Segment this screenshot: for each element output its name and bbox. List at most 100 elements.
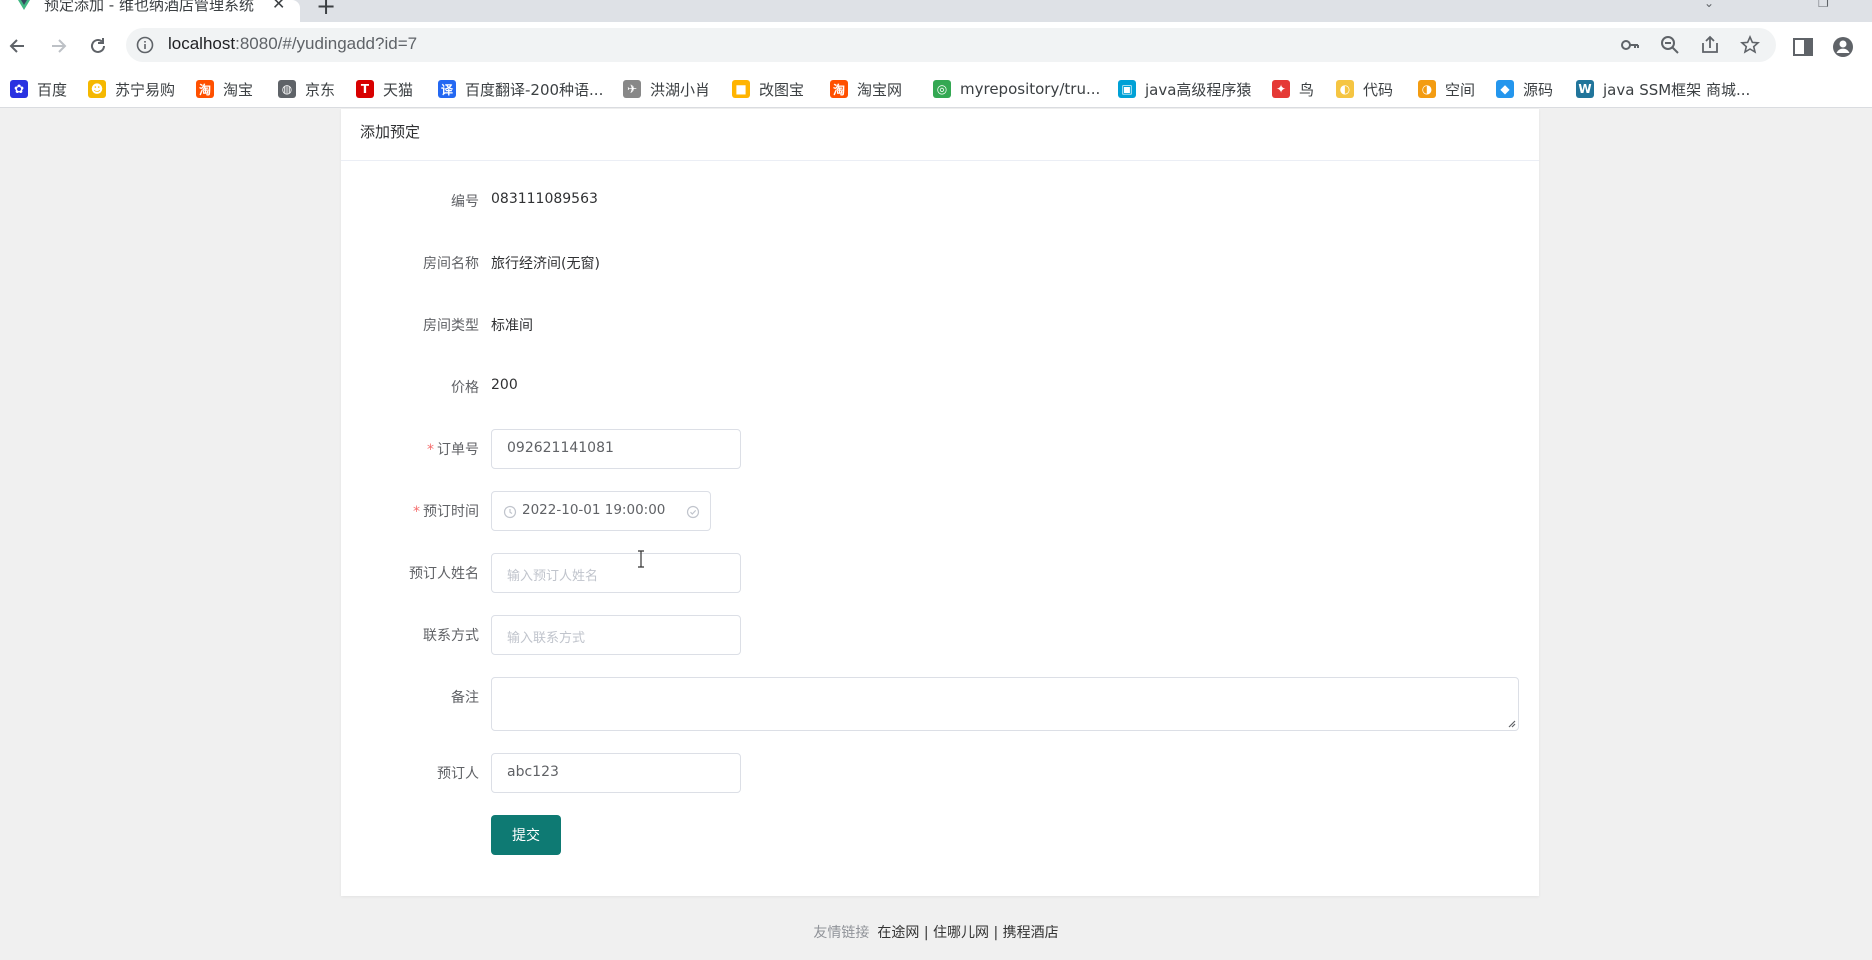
url-host: localhost xyxy=(168,34,236,53)
resize-handle-icon[interactable] xyxy=(1506,718,1516,728)
required-asterisk: * xyxy=(413,504,420,520)
room-name-label: 房间名称 xyxy=(423,256,479,272)
close-tab-icon[interactable]: ✕ xyxy=(272,0,285,13)
bookmark-item[interactable]: ◎ myrepository/tru... xyxy=(933,78,1100,100)
active-tab[interactable]: 预定添加 - 维也纳酒店管理系统 ✕ xyxy=(0,0,300,22)
forward-button[interactable] xyxy=(42,30,74,62)
zoom-out-icon[interactable] xyxy=(1660,35,1680,55)
bookmark-label: 百度 xyxy=(37,80,68,99)
chrome-icon: ◎ xyxy=(933,80,951,98)
bookmark-label: 淘宝 xyxy=(223,80,254,99)
bookmark-item[interactable]: ■ 改图宝 xyxy=(732,78,804,100)
footer-separator: | xyxy=(919,925,933,941)
baidu-icon: ✿ xyxy=(10,80,28,98)
bilibili-icon: ▣ xyxy=(1118,80,1136,98)
restore-window-icon[interactable]: ❐ xyxy=(1818,0,1829,10)
footer-link[interactable]: 在途网 xyxy=(877,925,919,941)
guest-name-input[interactable]: 输入预订人姓名 xyxy=(491,553,741,593)
bookmark-label: 改图宝 xyxy=(759,80,805,99)
footer-link[interactable]: 住哪儿网 xyxy=(933,925,989,941)
key-icon[interactable] xyxy=(1620,35,1640,55)
bookmark-item[interactable]: 淘淘宝 xyxy=(196,78,253,100)
taobao-icon: 淘 xyxy=(196,80,214,98)
bookmark-item[interactable]: T 天猫 xyxy=(356,78,413,100)
bookmark-item[interactable]: Wjava SSM框架 商城... xyxy=(1576,78,1750,100)
bookmark-item[interactable]: ▣ java高级程序猿 xyxy=(1118,78,1251,100)
bookmark-star-icon[interactable] xyxy=(1740,35,1760,55)
bookmark-item[interactable]: 译百度翻译-200种语... xyxy=(438,78,603,100)
booker-value: abc123 xyxy=(507,764,559,780)
gaitubao-icon: ■ xyxy=(732,80,750,98)
reload-button[interactable] xyxy=(82,30,114,62)
guest-name-label: 预订人姓名 xyxy=(409,566,479,582)
arrow-right-icon xyxy=(52,39,67,53)
bookmark-label: myrepository/tru... xyxy=(960,80,1101,98)
clock-icon xyxy=(503,505,517,519)
room-type-value: 标准间 xyxy=(491,318,533,334)
bookmark-item[interactable]: ✿ 百度 xyxy=(10,78,67,100)
bookmark-label: 洪湖小肖 xyxy=(650,80,711,99)
submit-button[interactable]: 提交 xyxy=(491,815,561,855)
bookmark-item[interactable]: ✦ 鸟 xyxy=(1272,78,1314,100)
card-header: 添加预定 xyxy=(341,109,1539,161)
guest-name-placeholder: 输入预订人姓名 xyxy=(507,569,599,584)
bookmark-label: 京东 xyxy=(305,80,336,99)
qzone-icon: ◑ xyxy=(1418,80,1436,98)
tmall-icon: T xyxy=(356,80,374,98)
footer: 友情链接 在途网 | 住哪儿网 | 携程酒店 xyxy=(0,922,1872,942)
reload-icon xyxy=(91,38,105,53)
contact-label: 联系方式 xyxy=(423,628,479,644)
bookmark-item[interactable]: ◑ 空间 xyxy=(1418,78,1475,100)
profile-avatar-icon[interactable] xyxy=(1832,36,1854,58)
bookmark-item[interactable]: 淘淘宝网 xyxy=(830,78,902,100)
vue-logo-icon xyxy=(18,0,30,10)
contact-placeholder: 输入联系方式 xyxy=(507,631,586,646)
price-value: 200 xyxy=(491,377,518,393)
text-cursor-icon xyxy=(638,550,644,568)
clear-circle-icon[interactable] xyxy=(686,505,700,519)
price-label: 价格 xyxy=(451,380,479,396)
bookmark-label: 百度翻译-200种语... xyxy=(465,80,604,99)
tab-strip: 预定添加 - 维也纳酒店管理系统 ✕ + ⌄ ❐ xyxy=(0,0,1872,22)
bookmark-label: 苏宁易购 xyxy=(115,80,176,99)
url-text[interactable]: localhost:8080/#/yudingadd?id=7 xyxy=(168,34,417,54)
bookmark-label: java SSM框架 商城... xyxy=(1603,80,1751,99)
contact-input[interactable]: 输入联系方式 xyxy=(491,615,741,655)
back-button[interactable] xyxy=(2,30,34,62)
footer-separator: | xyxy=(989,925,1003,941)
bianhao-label: 编号 xyxy=(451,194,479,210)
new-tab-icon[interactable]: + xyxy=(316,0,336,20)
bookmark-item[interactable]: ◆ 源码 xyxy=(1496,78,1553,100)
side-panel-icon[interactable] xyxy=(1792,36,1814,58)
site-info-icon[interactable] xyxy=(136,36,154,54)
bookmark-label: 天猫 xyxy=(383,80,414,99)
bookmark-item[interactable]: ◐ 代码 xyxy=(1336,78,1393,100)
bookmark-label: 代码 xyxy=(1363,80,1394,99)
booking-time-value: 2022-10-01 19:00:00 xyxy=(522,502,666,518)
booking-time-label-text: 预订时间 xyxy=(423,504,479,520)
bookmark-item[interactable]: ◍ 京东 xyxy=(278,78,335,100)
taobao-icon: 淘 xyxy=(830,80,848,98)
code-icon: ◐ xyxy=(1336,80,1354,98)
room-name-value: 旅行经济间(无窗) xyxy=(491,256,600,272)
bookmark-label: java高级程序猿 xyxy=(1145,80,1252,99)
bookmark-item[interactable]: ☻ 苏宁易购 xyxy=(88,78,175,100)
bookmarks-bar: ✿ 百度 ☻ 苏宁易购淘淘宝 ◍ 京东 T 天猫译百度翻译-200种语... ✈ 洪湖小肖 ■ 改图宝… xyxy=(0,70,1872,108)
share-icon[interactable] xyxy=(1700,35,1720,55)
tab-search-icon[interactable]: ⌄ xyxy=(1704,0,1714,10)
bookmark-label: 空间 xyxy=(1445,80,1476,99)
baidu-translate-icon: 译 xyxy=(438,80,456,98)
remarks-textarea[interactable] xyxy=(491,677,1519,731)
bookmark-label: 鸟 xyxy=(1299,80,1315,99)
bookmark-item[interactable]: ✈ 洪湖小肖 xyxy=(623,78,710,100)
address-bar[interactable]: localhost:8080/#/yudingadd?id=7 xyxy=(126,28,1776,62)
bookmark-label: 源码 xyxy=(1523,80,1554,99)
remarks-label: 备注 xyxy=(451,690,479,706)
booking-time-picker[interactable]: 2022-10-01 19:00:00 xyxy=(491,491,711,531)
bianhao-value: 083111089563 xyxy=(491,191,598,207)
order-number-input[interactable]: 092621141081 xyxy=(491,429,741,469)
card-title: 添加预定 xyxy=(360,123,421,141)
footer-link[interactable]: 携程酒店 xyxy=(1003,925,1059,941)
booker-input[interactable]: abc123 xyxy=(491,753,741,793)
friendly-links-label: 友情链接 xyxy=(813,925,870,941)
